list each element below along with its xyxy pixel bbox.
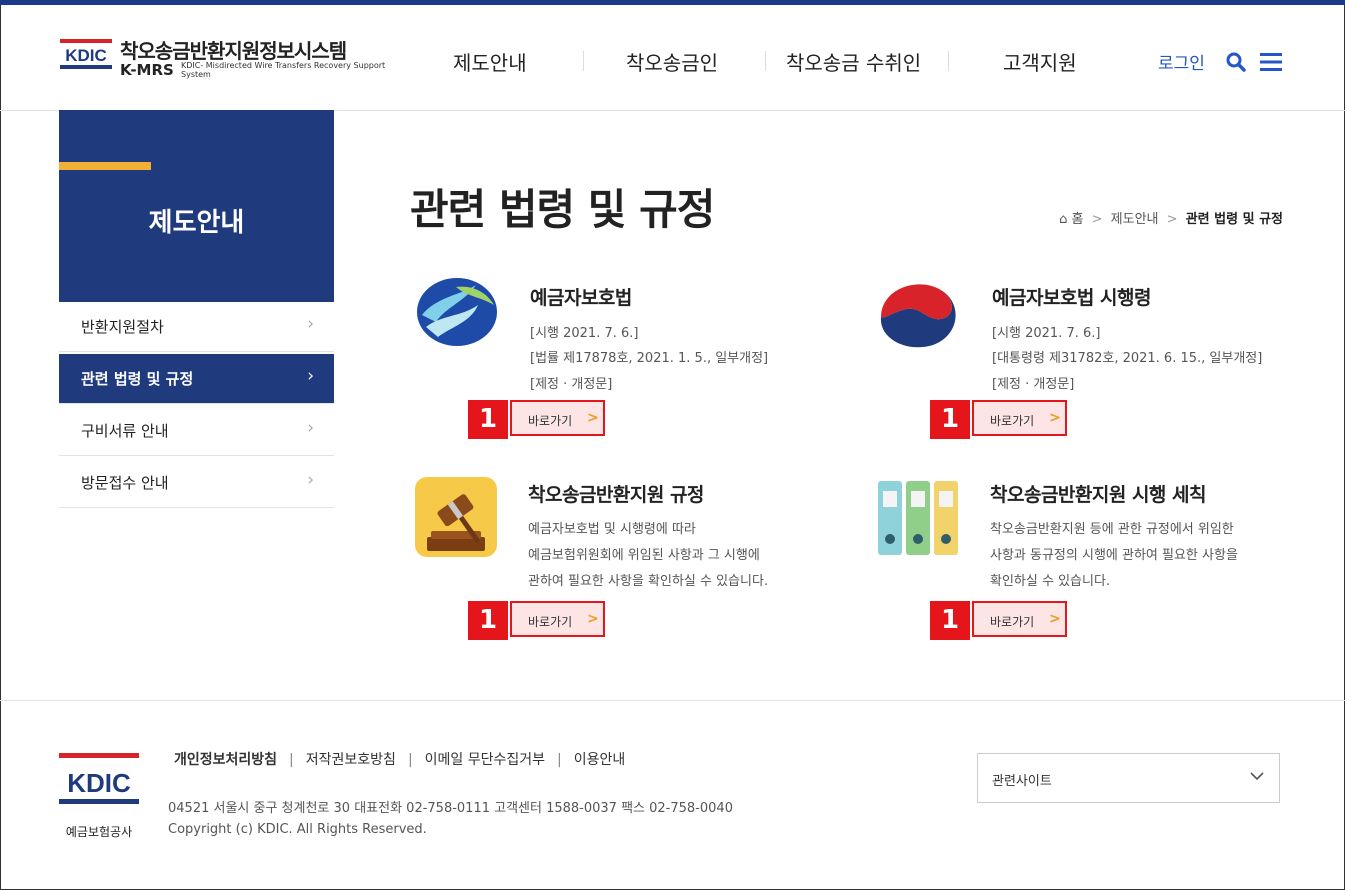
chevron-right-icon: › [307,418,314,438]
card-law-number: [법률 제17878호, 2021. 1. 5., 일부개정] [530,351,769,366]
nav-item-sender[interactable]: 착오송금인 [626,47,718,76]
card-decree-number: [대통령령 제31782호, 2021. 6. 15., 일부개정] [992,351,1263,366]
gavel-icon [415,477,497,557]
chevron-right-icon: > [1049,410,1061,426]
site-abbr: K-MRS [120,61,174,79]
footer-logo: KDIC 예금보험공사 [59,753,139,840]
breadcrumb-home[interactable]: 홈 [1072,212,1084,227]
card-description-line: 예금보험위원회에 위임된 사항과 그 시행에 [528,548,760,563]
card-description-line: 착오송금반환지원 등에 관한 규정에서 위임한 [990,522,1234,537]
card-title: 예금자보호법 [530,287,632,309]
footer-link-copyright[interactable]: 저작권보호방침 [306,752,396,768]
sidebar-item-label: 구비서류 안내 [81,422,169,440]
binders-icon [878,477,960,557]
footer-link-separator: | [407,752,413,768]
sidebar-item-label: 방문접수 안내 [81,474,169,492]
kdic-logo[interactable]: KDIC [60,39,112,69]
annotation-badge: 1 [930,601,970,640]
footer-address: 04521 서울시 중구 청계천로 30 대표전화 02-758-0111 고객… [168,801,733,816]
sidebar-item-visit-reception[interactable]: 방문접수 안내 › [59,458,334,508]
card-amendment-link[interactable]: [제정 · 개정문] [530,373,612,392]
nav-item-support[interactable]: 고객지원 [1003,47,1077,76]
card-effective-date: [시행 2021. 7. 6.] [530,326,639,341]
go-button-label: 바로가기 [990,414,1035,428]
card-title: 착오송금반환지원 시행 세칙 [990,484,1207,506]
footer-logo-text: KDIC [67,768,131,798]
footer-links: 개인정보처리방침 | 저작권보호방침 | 이메일 무단수집거부 | 이용안내 [174,749,625,769]
chevron-right-icon: › [307,470,314,490]
go-button-label: 바로가기 [990,615,1035,629]
footer-link-terms[interactable]: 이용안내 [574,752,626,768]
site-subtitle: KDIC- Misdirected Wire Transfers Recover… [181,61,386,79]
breadcrumb-parent[interactable]: 제도안내 [1111,212,1159,227]
card-effective-date: [시행 2021. 7. 6.] [992,326,1101,341]
logo-text: KDIC [65,46,107,65]
login-link[interactable]: 로그인 [1158,49,1205,74]
go-button-label: 바로가기 [528,615,573,629]
sidebar-accent-bar [59,162,151,170]
go-button[interactable]: 바로가기 > [510,601,605,637]
related-site-select[interactable]: 관련사이트 [977,753,1280,803]
sidebar-item-laws-regulations[interactable]: 관련 법령 및 규정 › [59,354,334,404]
page-title: 관련 법령 및 규정 [410,185,715,234]
go-button[interactable]: 바로가기 > [972,601,1067,637]
home-icon[interactable]: ⌂ [1059,212,1067,227]
hamburger-menu-icon[interactable] [1260,53,1282,71]
sidebar-header: 제도안내 [59,110,334,302]
chevron-right-icon: › [307,314,314,334]
chevron-down-icon [1249,768,1265,784]
chevron-right-icon: › [307,366,314,386]
chevron-right-icon: > [587,611,599,627]
breadcrumb: ⌂ 홈 > 제도안내 > 관련 법령 및 규정 [1059,208,1283,227]
breadcrumb-separator: > [1091,212,1103,227]
nav-divider [948,51,949,71]
card-title: 예금자보호법 시행령 [992,287,1151,309]
go-button-label: 바로가기 [528,414,573,428]
annotation-badge: 1 [468,400,508,439]
nav-item-recipient[interactable]: 착오송금 수취인 [786,47,921,76]
breadcrumb-separator: > [1166,212,1178,227]
annotation-badge: 1 [930,400,970,439]
kdic-wave-icon [416,277,498,347]
sidebar-title: 제도안내 [148,208,245,238]
go-button[interactable]: 바로가기 > [972,400,1067,436]
footer-link-privacy[interactable]: 개인정보처리방침 [174,752,277,768]
sidebar-item-return-procedure[interactable]: 반환지원절차 › [59,302,334,352]
site-header: KDIC 착오송금반환지원정보시스템 K-MRS KDIC- Misdirect… [0,5,1345,111]
taegeuk-emblem-icon [877,277,959,349]
card-description-line: 예금자보호법 및 시행령에 따라 [528,522,696,537]
card-description-line: 확인하실 수 있습니다. [990,574,1111,589]
nav-item-system-guide[interactable]: 제도안내 [453,47,527,76]
nav-divider [765,51,766,71]
footer-link-separator: | [557,752,562,768]
footer-copyright: Copyright (c) KDIC. All Rights Reserved. [168,822,427,837]
sidebar-item-label: 반환지원절차 [81,318,164,336]
sidebar-item-label: 관련 법령 및 규정 [81,370,194,388]
footer-org-name: 예금보험공사 [65,825,133,839]
footer-link-separator: | [289,752,294,768]
chevron-right-icon: > [587,410,599,426]
sidebar-item-required-documents[interactable]: 구비서류 안내 › [59,406,334,456]
related-site-label: 관련사이트 [992,774,1052,789]
go-button[interactable]: 바로가기 > [510,400,605,436]
nav-divider [583,51,584,71]
site-title[interactable]: 착오송금반환지원정보시스템 [120,35,347,64]
chevron-right-icon: > [1049,611,1061,627]
card-description-line: 관하여 필요한 사항을 확인하실 수 있습니다. [528,574,769,589]
search-icon[interactable] [1226,52,1246,72]
breadcrumb-current: 관련 법령 및 규정 [1185,212,1283,227]
footer-link-email-refusal[interactable]: 이메일 무단수집거부 [425,752,545,768]
card-description-line: 사항과 동규정의 시행에 관하여 필요한 사항을 [990,548,1238,563]
card-title: 착오송금반환지원 규정 [528,484,704,506]
card-amendment-link[interactable]: [제정 · 개정문] [992,373,1074,392]
site-footer: KDIC 예금보험공사 개인정보처리방침 | 저작권보호방침 | 이메일 무단수집거부 |… [0,700,1345,889]
annotation-badge: 1 [468,601,508,640]
